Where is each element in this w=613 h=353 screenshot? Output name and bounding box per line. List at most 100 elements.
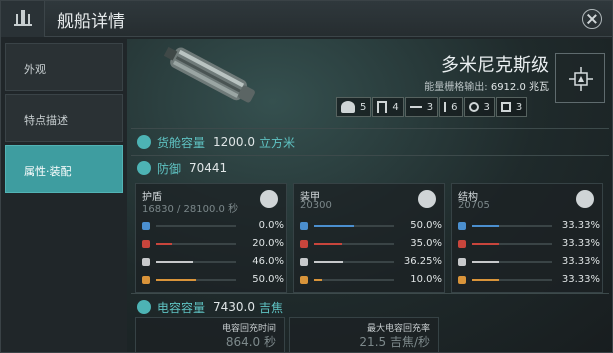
explosive-resist-row: 10.0% (300, 274, 442, 286)
resist-bar-fill (156, 279, 196, 281)
resist-bar-fill (156, 243, 172, 245)
resist-value: 0.0% (258, 220, 284, 231)
resist-bar-track (156, 243, 236, 245)
resist-value: 33.33% (561, 220, 600, 231)
column-hp: 16830 / 28100.0 秒 (142, 204, 239, 215)
resist-value: 33.33% (561, 238, 600, 249)
low-slot: 3 (463, 97, 495, 117)
resist-bar-fill (314, 225, 354, 227)
recharge-time-box: 电容回充时间 864.0 秒 (135, 317, 285, 352)
high-slot-icon (409, 106, 422, 108)
divider (131, 155, 609, 156)
defense-value: 70441 (189, 161, 228, 175)
resist-bar-fill (472, 243, 499, 245)
resist-value: 50.0% (252, 274, 284, 285)
power-output: 能量栅格输出: 6912.0 兆瓦 (347, 78, 549, 93)
resist-value: 33.33% (561, 274, 600, 285)
defense-label: 防御 (157, 161, 182, 176)
divider (131, 128, 609, 129)
thermal-damage-icon (142, 240, 150, 248)
cargo-row[interactable]: 货舱容量 1200.0 立方米 (137, 133, 295, 151)
resist-bar-fill (314, 261, 343, 263)
ship-info-window: 舰船详情 外观 特点描述 属性·装配 多米尼克斯级 能量栅格输出: 6912.0… (0, 0, 613, 353)
resist-bar-track (314, 225, 394, 227)
slot-count: 3 (483, 101, 490, 113)
ship-name: 多米尼克斯级 (441, 55, 549, 76)
resist-bar-fill (472, 261, 499, 263)
resist-bar-fill (472, 279, 499, 281)
explosive-damage-icon (458, 276, 466, 284)
turret-slot: 5 (336, 97, 372, 117)
cargo-label: 货舱容量 (157, 135, 206, 150)
resist-value: 36.25% (403, 256, 442, 267)
resist-value: 35.0% (410, 238, 442, 249)
em-damage-icon (142, 222, 150, 230)
structure-icon (576, 190, 594, 208)
sidebar-item-label: 特点描述 (24, 114, 68, 127)
med-slot-icon (444, 102, 447, 112)
em-resist-row: 0.0% (142, 220, 284, 232)
resist-value: 46.0% (252, 256, 284, 267)
resist-bar-track (314, 279, 394, 281)
capacitor-label: 电容容量 (157, 300, 206, 315)
power-output-label: 能量栅格输出: (424, 82, 488, 93)
cargo-value: 1200.0 (213, 135, 256, 149)
close-icon[interactable] (582, 9, 602, 29)
launcher-slot: 4 (372, 97, 404, 117)
sidebar-item-attributes[interactable]: 属性·装配 (5, 145, 123, 193)
slot-count: 3 (515, 101, 523, 113)
explosive-damage-icon (300, 276, 308, 284)
window-title: 舰船详情 (57, 12, 125, 32)
resist-bar-fill (314, 243, 342, 245)
turret-hardpoint-icon (341, 101, 355, 113)
capacitor-icon (137, 300, 151, 314)
armor-column[interactable]: 装甲 20300 50.0% 35.0% 36.25% 10.0% (293, 183, 445, 293)
rig-slot-icon (500, 102, 511, 112)
em-resist-row: 33.33% (458, 220, 600, 232)
slot-count: 6 (451, 101, 458, 113)
kinetic-resist-row: 46.0% (142, 256, 284, 268)
thermal-damage-icon (300, 240, 308, 248)
kinetic-damage-icon (300, 258, 308, 266)
resist-bar-track (472, 261, 552, 263)
launcher-hardpoint-icon (377, 101, 388, 113)
slot-count: 4 (392, 101, 399, 113)
resist-bar-track (472, 243, 552, 245)
divider (131, 293, 609, 294)
resist-bar-track (156, 279, 236, 281)
resist-value: 33.33% (561, 256, 600, 267)
column-hp: 20705 (458, 200, 490, 211)
window-header[interactable]: 舰船详情 (1, 1, 612, 37)
ship-render (163, 46, 255, 103)
defense-row[interactable]: 防御 70441 (137, 159, 227, 177)
fitting-icon (569, 67, 593, 91)
slot-count: 5 (360, 101, 367, 113)
kinetic-resist-row: 33.33% (458, 256, 600, 268)
kinetic-resist-row: 36.25% (300, 256, 442, 268)
sidebar-item-traits[interactable]: 特点描述 (5, 94, 123, 142)
sidebar-item-label: 外观 (24, 63, 46, 76)
armor-icon (418, 190, 436, 208)
resist-bar-fill (156, 261, 193, 263)
capacitor-row[interactable]: 电容容量 7430.0 吉焦 (137, 298, 283, 316)
rig-slot: 3 (495, 97, 528, 117)
recharge-time-value: 864.0 秒 (225, 335, 276, 349)
resist-bar-track (314, 261, 394, 263)
resist-value: 20.0% (252, 238, 284, 249)
resist-bar-fill (314, 279, 322, 281)
resist-bar-track (472, 279, 552, 281)
station-icon[interactable] (1, 1, 45, 37)
high-slot: 3 (404, 97, 439, 117)
power-output-value: 6912.0 兆瓦 (490, 82, 549, 93)
thermal-resist-row: 35.0% (300, 238, 442, 250)
structure-column[interactable]: 结构 20705 33.33% 33.33% 33.33% 33.33% (451, 183, 603, 293)
shield-icon (260, 190, 278, 208)
kinetic-damage-icon (142, 258, 150, 266)
sidebar-item-appearance[interactable]: 外观 (5, 43, 123, 91)
simulate-fitting-button[interactable] (555, 53, 605, 103)
main-panel: 多米尼克斯级 能量栅格输出: 6912.0 兆瓦 5 4 3 6 3 3 货舱容… (127, 39, 612, 352)
cargo-icon (137, 135, 151, 149)
low-slot-icon (468, 102, 479, 112)
explosive-resist-row: 50.0% (142, 274, 284, 286)
shield-column[interactable]: 护盾 16830 / 28100.0 秒 0.0% 20.0% 46.0% 50.0% (135, 183, 287, 293)
